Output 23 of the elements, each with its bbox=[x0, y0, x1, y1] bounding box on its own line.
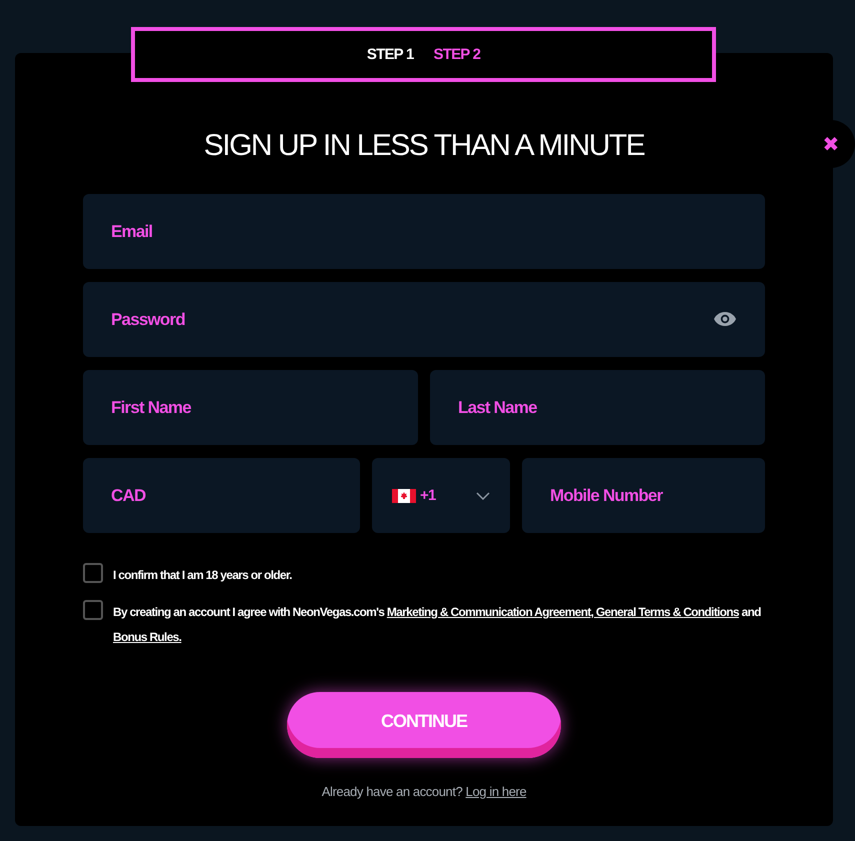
step-tab[interactable]: STEP 2 bbox=[434, 46, 480, 63]
login-link[interactable]: Log in here bbox=[466, 784, 526, 799]
checkbox[interactable] bbox=[83, 600, 103, 620]
first-name-field[interactable]: First Name bbox=[83, 370, 418, 445]
password-field[interactable]: Password bbox=[83, 282, 765, 357]
form-title: SIGN UP IN LESS THAN A MINUTE bbox=[202, 128, 646, 164]
email-field[interactable]: Email bbox=[83, 194, 765, 269]
last-name-field[interactable]: Last Name bbox=[430, 370, 765, 445]
step-tab[interactable]: STEP 1 bbox=[366, 46, 414, 63]
consent-text: By creating an account I agree with NeonVegas.com's Marketing & Communication Agreement, General Terms & Conditions and Bonus Rules. bbox=[113, 604, 762, 646]
consent-text: I confirm that I am 18 years or older. bbox=[113, 567, 292, 584]
mobile-field[interactable]: Mobile Number bbox=[522, 458, 765, 533]
phone-code: +1 bbox=[420, 487, 436, 504]
terms-link[interactable]: Bonus Rules. bbox=[113, 630, 182, 644]
terms-link[interactable]: Marketing & Communication Agreement, General Terms & bbox=[386, 605, 684, 619]
login-prompt: Already have an account? Log in here bbox=[320, 784, 528, 799]
phone-code-select[interactable]: +1 bbox=[372, 458, 510, 533]
eye-icon[interactable] bbox=[713, 311, 737, 327]
chevron-down-icon bbox=[476, 492, 490, 500]
currency-select[interactable]: CAD bbox=[83, 458, 360, 533]
terms-link[interactable]: Conditions bbox=[683, 605, 739, 619]
flag-icon bbox=[392, 488, 416, 502]
checkbox[interactable] bbox=[83, 563, 103, 583]
